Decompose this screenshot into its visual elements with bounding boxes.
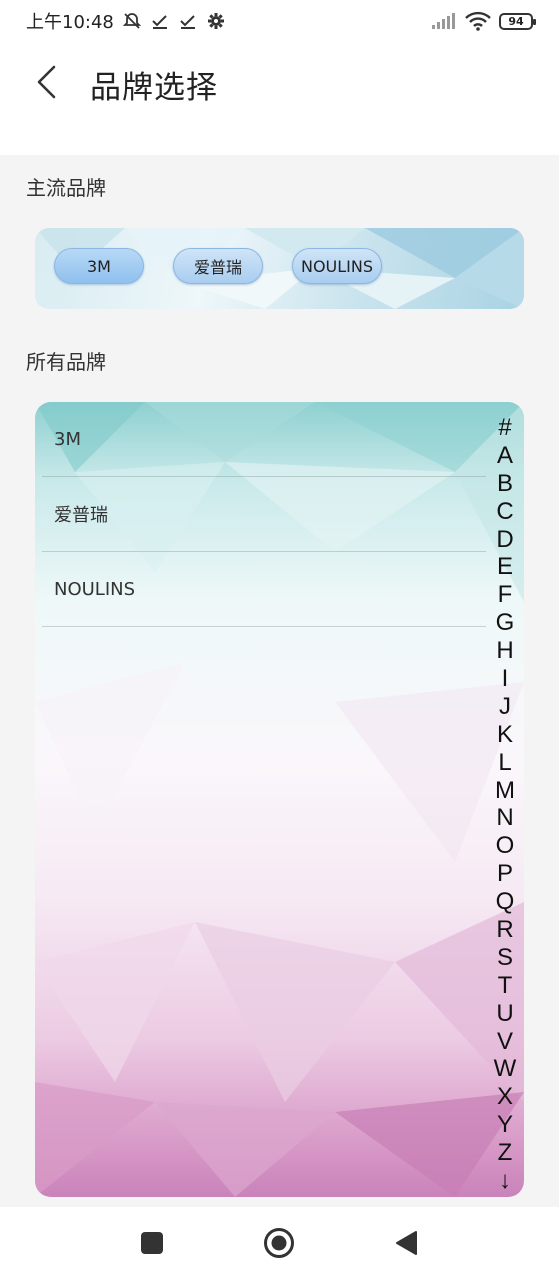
alphabet-index-bar[interactable]: # A B C D E F G H I J K L M N O P Q R S … bbox=[494, 414, 517, 1195]
index-letter-x[interactable]: X bbox=[497, 1083, 513, 1111]
brand-chip-noulins[interactable]: NOULINS bbox=[292, 248, 382, 284]
index-letter-i[interactable]: I bbox=[502, 665, 509, 693]
index-letter-n[interactable]: N bbox=[496, 804, 513, 832]
triangle-back-icon bbox=[396, 1231, 417, 1255]
index-letter-e[interactable]: E bbox=[497, 553, 513, 581]
check-icon bbox=[150, 11, 170, 31]
brand-list-item-aipurui[interactable]: 爱普瑞 bbox=[42, 477, 486, 552]
index-letter-t[interactable]: T bbox=[498, 972, 513, 1000]
index-letter-b[interactable]: B bbox=[497, 470, 513, 498]
index-letter-v[interactable]: V bbox=[497, 1028, 513, 1056]
index-letter-g[interactable]: G bbox=[496, 609, 515, 637]
mainstream-brand-card: 3M 爱普瑞 NOULINS bbox=[35, 228, 524, 309]
brand-list-item-label: NOULINS bbox=[54, 578, 136, 600]
section-title-mainstream: 主流品牌 bbox=[26, 176, 106, 200]
all-brands-card: 3M 爱普瑞 NOULINS # A B C D E F G H I J K L… bbox=[35, 402, 524, 1197]
brand-list-item-noulins[interactable]: NOULINS bbox=[42, 552, 486, 627]
page-title: 品牌选择 bbox=[90, 70, 218, 106]
home-button[interactable] bbox=[261, 1225, 297, 1261]
mainstream-brand-list: 3M 爱普瑞 NOULINS bbox=[54, 248, 382, 284]
index-letter-y[interactable]: Y bbox=[497, 1111, 513, 1139]
index-letter-k[interactable]: K bbox=[497, 721, 513, 749]
section-title-all: 所有品牌 bbox=[26, 350, 106, 374]
header: 品牌选择 bbox=[0, 42, 559, 155]
signal-icon bbox=[431, 11, 457, 31]
battery-level: 94 bbox=[508, 14, 524, 28]
brand-chip-3m[interactable]: 3M bbox=[54, 248, 144, 284]
index-letter-p[interactable]: P bbox=[497, 860, 513, 888]
recent-apps-button[interactable] bbox=[134, 1225, 170, 1261]
index-arrow-down[interactable]: ↓ bbox=[499, 1167, 511, 1195]
index-letter-s[interactable]: S bbox=[497, 944, 513, 972]
brand-list-item-label: 3M bbox=[54, 428, 81, 450]
brand-list-item-label: 爱普瑞 bbox=[54, 505, 108, 526]
alarm-off-icon bbox=[122, 11, 142, 31]
index-letter-w[interactable]: W bbox=[494, 1055, 517, 1083]
back-nav-button[interactable] bbox=[388, 1225, 424, 1261]
brand-list-item-3m[interactable]: 3M bbox=[42, 402, 486, 477]
index-letter-a[interactable]: A bbox=[497, 442, 513, 470]
gear-icon bbox=[206, 11, 226, 31]
index-letter-f[interactable]: F bbox=[498, 581, 513, 609]
status-bar: 上午10:48 94 bbox=[0, 0, 559, 42]
index-letter-u[interactable]: U bbox=[496, 1000, 513, 1028]
check-icon bbox=[178, 11, 198, 31]
battery-icon: 94 bbox=[499, 12, 536, 30]
index-letter-o[interactable]: O bbox=[496, 832, 515, 860]
index-letter-j[interactable]: J bbox=[499, 693, 511, 721]
square-icon bbox=[141, 1232, 163, 1254]
status-time: 上午10:48 bbox=[26, 12, 114, 33]
chevron-left-icon bbox=[37, 65, 56, 99]
circle-icon bbox=[264, 1228, 294, 1258]
index-letter-m[interactable]: M bbox=[495, 777, 515, 805]
index-letter-h[interactable]: H bbox=[496, 637, 513, 665]
index-letter-z[interactable]: Z bbox=[498, 1139, 513, 1167]
index-letter-q[interactable]: Q bbox=[496, 888, 515, 916]
wifi-icon bbox=[465, 11, 491, 31]
system-nav-bar bbox=[0, 1207, 559, 1280]
index-letter-hash[interactable]: # bbox=[498, 414, 511, 442]
index-letter-l[interactable]: L bbox=[498, 749, 511, 777]
back-button[interactable] bbox=[28, 60, 64, 104]
index-letter-d[interactable]: D bbox=[496, 526, 513, 554]
brand-chip-aipurui[interactable]: 爱普瑞 bbox=[173, 248, 263, 284]
index-letter-r[interactable]: R bbox=[496, 916, 513, 944]
index-letter-c[interactable]: C bbox=[496, 498, 513, 526]
